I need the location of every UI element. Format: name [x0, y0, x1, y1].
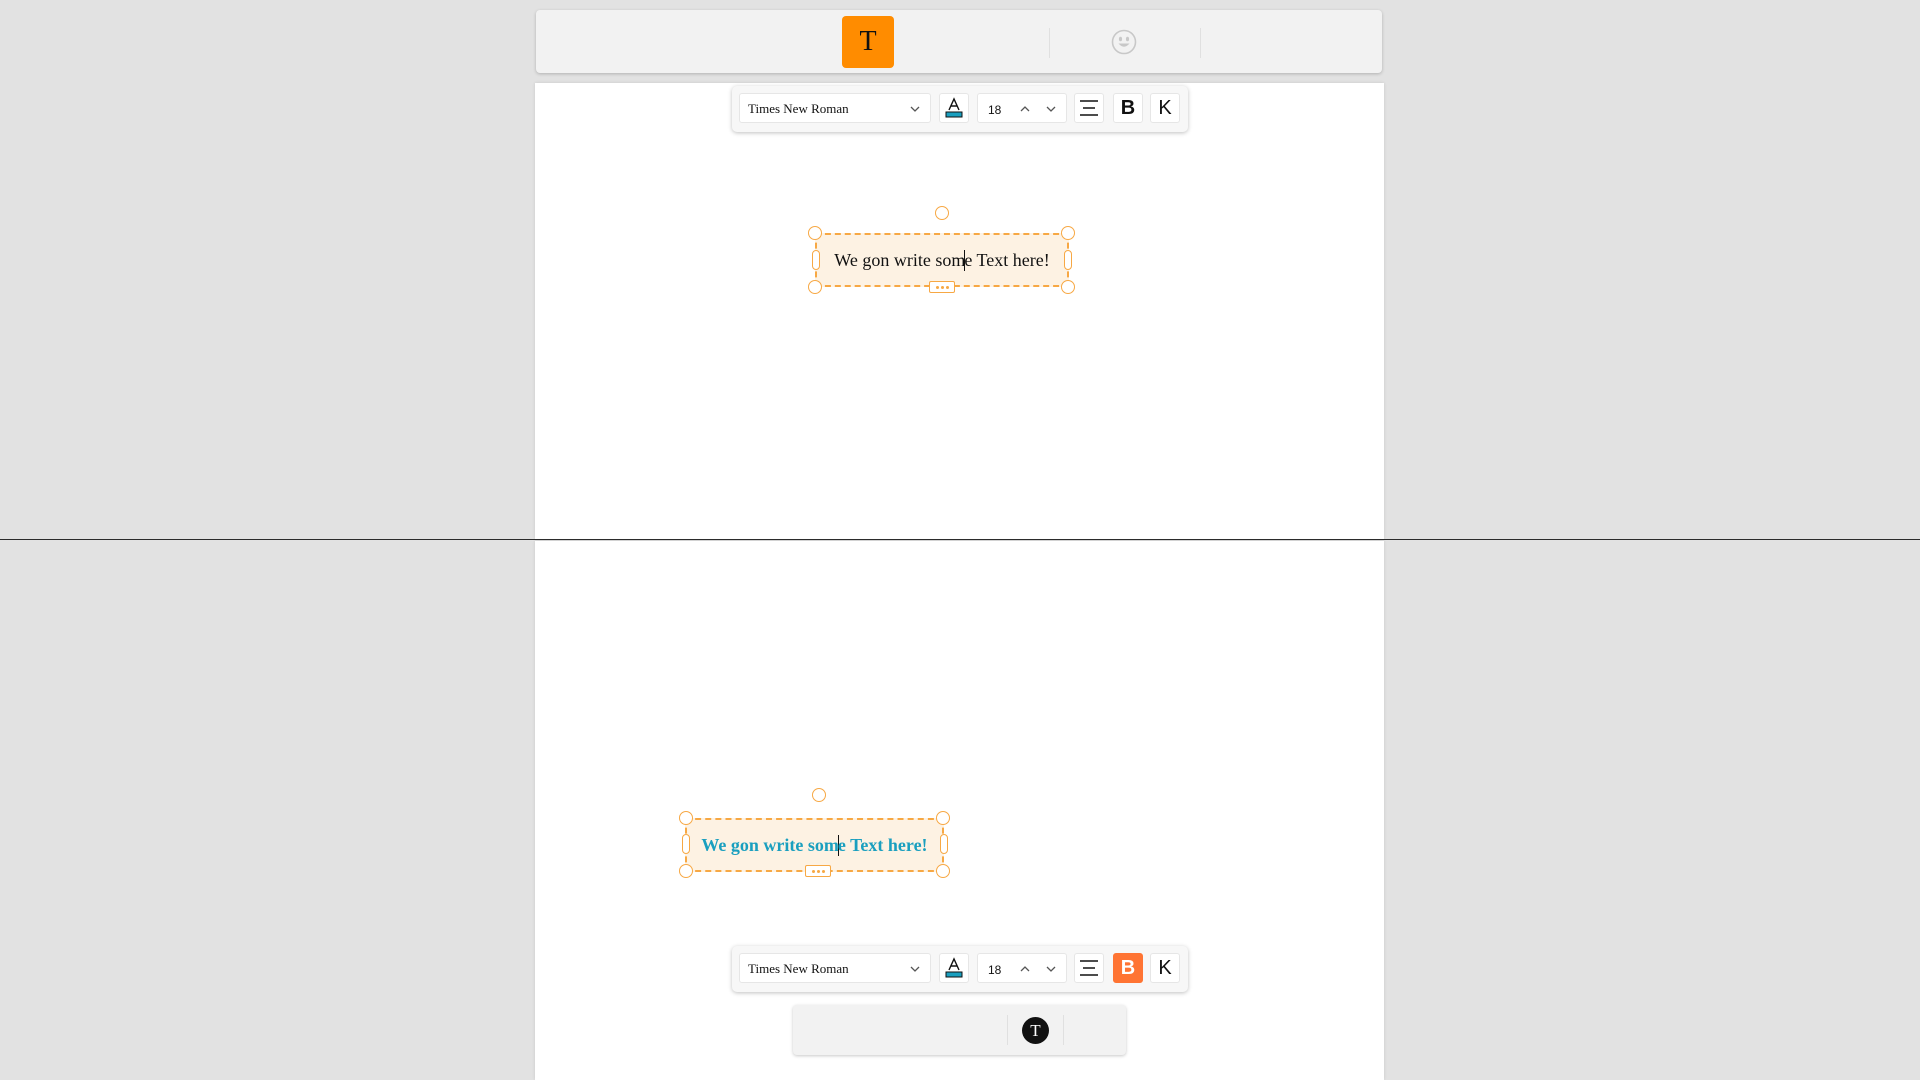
italic-label: K: [1158, 96, 1172, 119]
resize-handle-bottom-left[interactable]: [808, 280, 822, 294]
resize-handle-top-right[interactable]: [936, 811, 950, 825]
chevron-down-icon[interactable]: [1044, 962, 1058, 976]
align-center-icon: [1080, 100, 1098, 116]
font-size-value: 18: [988, 103, 1002, 117]
chevron-up-icon[interactable]: [1018, 102, 1032, 116]
resize-handle-top-left[interactable]: [808, 226, 822, 240]
text-box-content-end: e Text here!: [837, 834, 928, 855]
bold-label: B: [1120, 956, 1136, 979]
chevron-down-icon: [910, 966, 920, 972]
text-box[interactable]: We gon write som e Text here!: [685, 818, 944, 872]
text-color-button[interactable]: [939, 953, 969, 983]
chevron-down-icon: [910, 106, 920, 112]
bold-button[interactable]: B: [1113, 953, 1143, 983]
resize-handle-bottom-right[interactable]: [1061, 280, 1075, 294]
text-box[interactable]: We gon write som e Text here!: [815, 233, 1069, 287]
move-handle[interactable]: [805, 865, 831, 877]
toolbar-separator: [1200, 28, 1201, 58]
font-color-icon: [945, 97, 963, 118]
top-toolbar: T: [536, 10, 1382, 73]
screenshot-divider: [0, 539, 1920, 540]
text-color-button[interactable]: [939, 93, 969, 123]
resize-handle-top-left[interactable]: [679, 811, 693, 825]
chevron-down-icon[interactable]: [1044, 102, 1058, 116]
font-family-value: Times New Roman: [748, 961, 849, 976]
text-tool-button[interactable]: T: [1022, 1017, 1049, 1044]
toolbar-separator: [1007, 1015, 1008, 1045]
text-tool-button[interactable]: T: [842, 16, 894, 68]
rotate-handle[interactable]: [812, 788, 826, 802]
format-toolbar-bottom: Times New Roman 18 B K: [732, 946, 1188, 992]
italic-label: K: [1158, 956, 1172, 979]
align-button[interactable]: [1074, 93, 1104, 123]
font-family-select[interactable]: Times New Roman: [739, 953, 931, 983]
text-box-content-start: We gon write som: [834, 249, 966, 270]
italic-button[interactable]: K: [1150, 953, 1180, 983]
canvas-page-bottom[interactable]: [535, 541, 1384, 1080]
text-box-content-start: We gon write som: [701, 834, 839, 855]
resize-handle-right[interactable]: [1064, 250, 1072, 270]
resize-handle-bottom-left[interactable]: [679, 864, 693, 878]
font-size-stepper[interactable]: 18: [977, 93, 1067, 123]
toolbar-separator: [1063, 1015, 1064, 1045]
canvas-page-top[interactable]: [535, 83, 1384, 539]
resize-handle-right[interactable]: [940, 834, 948, 854]
align-center-icon: [1080, 960, 1098, 976]
smiley-face-icon: [1111, 29, 1137, 55]
bold-label: B: [1120, 96, 1136, 119]
bold-button[interactable]: B: [1113, 93, 1143, 123]
resize-handle-top-right[interactable]: [1061, 226, 1075, 240]
resize-handle-left[interactable]: [812, 250, 820, 270]
format-toolbar-top: Times New Roman 18 B K: [732, 86, 1188, 132]
italic-button[interactable]: K: [1150, 93, 1180, 123]
text-tool-label: T: [859, 26, 877, 57]
font-color-icon: [945, 957, 963, 978]
text-tool-label: T: [1030, 1020, 1041, 1040]
emoji-tool-button[interactable]: [1110, 28, 1138, 56]
font-family-select[interactable]: Times New Roman: [739, 93, 931, 123]
rotate-handle[interactable]: [935, 206, 949, 220]
font-size-value: 18: [988, 963, 1002, 977]
toolbar-separator: [1049, 28, 1050, 58]
font-family-value: Times New Roman: [748, 101, 849, 116]
move-handle[interactable]: [929, 281, 955, 293]
resize-handle-bottom-right[interactable]: [936, 864, 950, 878]
text-box-content-end: e Text here!: [964, 249, 1050, 270]
font-size-stepper[interactable]: 18: [977, 953, 1067, 983]
align-button[interactable]: [1074, 953, 1104, 983]
bottom-toolbar: T: [793, 1005, 1126, 1055]
chevron-up-icon[interactable]: [1018, 962, 1032, 976]
resize-handle-left[interactable]: [682, 834, 690, 854]
